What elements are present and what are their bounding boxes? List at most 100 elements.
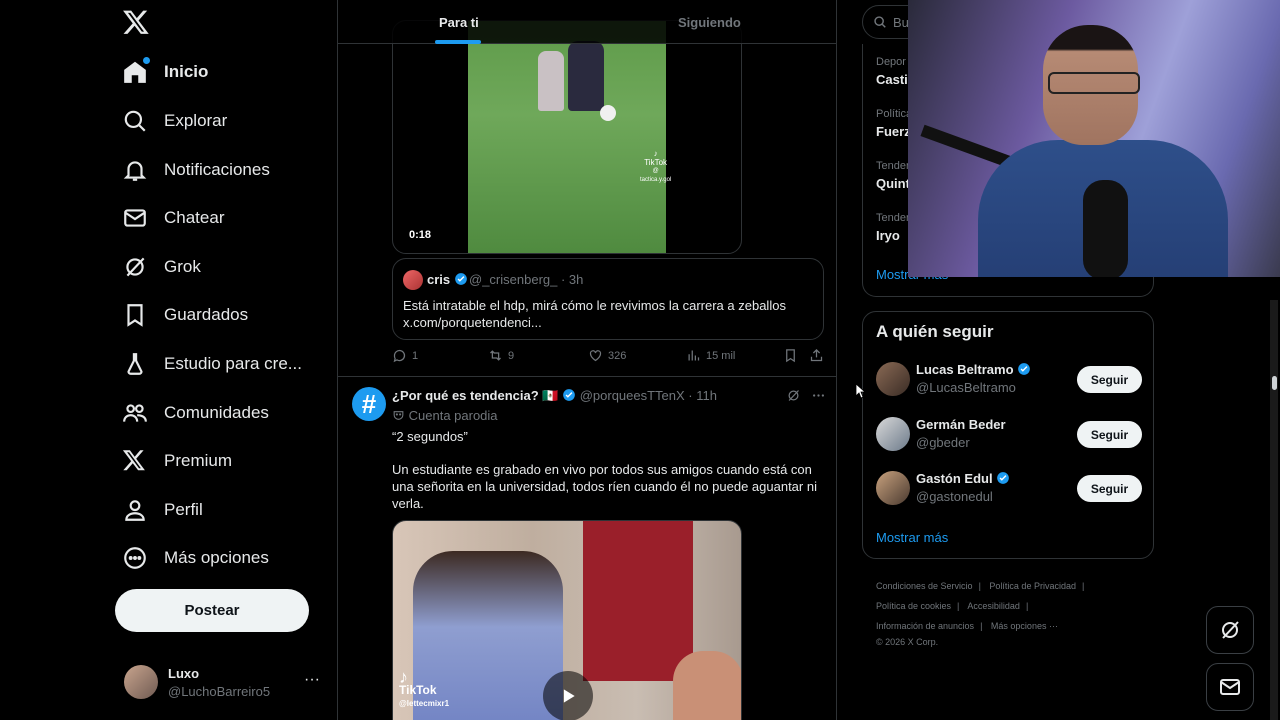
nav-item-explorar[interactable]: Explorar [122,101,227,141]
more-icon[interactable]: ··· [304,671,320,689]
trend-category: Depor [876,56,906,68]
tweet-author-handle[interactable]: @porqueesTTenX · 11h [580,388,717,403]
views-button[interactable]: 15 mil [686,348,735,363]
nav-item-estudio[interactable]: Estudio para cre... [122,344,302,384]
nav-label: Más opciones [164,548,269,567]
timeline-tabs: Para ti Siguiendo [338,0,836,44]
account-name: Luxo [168,666,200,681]
video-content [583,521,693,681]
quote-author-label: cris [427,272,451,287]
active-tab-indicator [435,40,481,44]
footer-link[interactable]: Política de cookies [876,601,951,611]
follow-button[interactable]: Seguir [1077,366,1142,393]
home-icon [122,57,150,85]
tweet-author-name[interactable]: ¿Por qué es tendencia? 🇲🇽 [392,388,558,403]
follow-suggestion[interactable]: Gastón Edul @gastonedul Seguir [876,469,1142,509]
trend-category: Política [876,108,913,120]
notification-dot [143,57,150,64]
tweet-text: “2 segundos” Un estudiante es grabado en… [392,428,822,528]
suggestion-name: Lucas Beltramo [916,362,1031,377]
trend-item[interactable]: Tender Quint [876,160,910,191]
quoted-tweet[interactable]: cris @_crisenberg_ · 3h Está intratable … [392,258,824,340]
mail-icon [122,205,148,231]
webcam-person [1048,72,1140,94]
footer-link[interactable]: Condiciones de Servicio [876,581,973,591]
play-button[interactable] [543,671,593,720]
suggestion-handle: @gastonedul [916,489,993,504]
nav-item-mas-opciones[interactable]: Más opciones [122,538,269,578]
video-content [568,41,604,111]
nav-label: Perfil [164,500,203,519]
nav-item-chatear[interactable]: Chatear [122,198,224,238]
more-icon[interactable] [811,388,826,403]
grok-icon[interactable] [786,388,801,403]
avatar [876,471,910,505]
footer-link[interactable]: Información de anuncios [876,621,974,631]
trend-item[interactable]: Depor Casti [876,56,908,87]
reply-count: 1 [412,349,419,362]
footer-more-link[interactable]: Más opciones ··· [991,621,1058,631]
follow-suggestion[interactable]: Germán Beder @gbeder Seguir [876,415,1142,455]
page-scrollbar[interactable] [1270,300,1278,720]
trend-item[interactable]: Tender Iryo [876,212,910,243]
quote-author-handle: @_crisenberg_ · 3h [469,272,584,287]
trend-title: Fuerz [876,124,911,139]
search-icon [874,16,886,28]
follow-button[interactable]: Seguir [1077,421,1142,448]
bookmark-icon [122,302,148,328]
like-button[interactable]: 326 [588,348,626,363]
trend-category: Tender [876,212,910,224]
tab-siguiendo[interactable]: Siguiendo [678,0,741,44]
footer-link[interactable]: Política de Privacidad [989,581,1076,591]
suggestion-handle: @LucasBeltramo [916,380,1016,395]
follow-suggestion[interactable]: Lucas Beltramo @LucasBeltramo Seguir [876,360,1142,400]
tweet-text-line: Un estudiante es grabado en vivo por tod… [392,462,817,511]
footer-link[interactable]: Accesibilidad [967,601,1020,611]
who-show-more-link[interactable]: Mostrar más [876,530,948,545]
follow-button[interactable]: Seguir [1077,475,1142,502]
scrollbar-thumb[interactable] [1272,376,1277,390]
video-player[interactable]: ♪ TikTok @ tactica.y.gol 0:18 [392,20,742,254]
bookmark-button[interactable] [783,348,803,363]
retweet-count: 9 [508,349,515,362]
tab-para-ti[interactable]: Para ti [439,0,479,44]
nav-item-comunidades[interactable]: Comunidades [122,393,269,433]
views-count: 15 mil [706,349,736,362]
quote-text: Está intratable el hdp, mirá cómo le rev… [403,298,786,330]
suggestion-name-label: Lucas Beltramo [916,362,1014,377]
parody-label: Cuenta parodia [392,408,498,423]
nav-item-perfil[interactable]: Perfil [122,490,203,530]
nav-item-premium[interactable]: Premium [122,441,232,481]
share-button[interactable] [809,348,829,363]
share-icon [810,348,823,362]
nav-item-guardados[interactable]: Guardados [122,295,248,335]
grok-floating-button[interactable] [1206,606,1254,654]
x-icon [122,448,148,474]
heart-icon [589,350,602,362]
suggestion-name: Gastón Edul [916,471,1010,486]
nav-item-grok[interactable]: Grok [122,247,201,287]
grok-icon [1222,621,1239,639]
x-logo-icon[interactable] [122,8,152,38]
account-switcher[interactable]: Luxo @LuchoBarreiro5 ··· [124,663,324,703]
retweet-icon [490,350,501,361]
microphone [1083,180,1128,277]
avatar [403,270,423,290]
trend-item[interactable]: Política Fuerz [876,108,912,139]
trend-title: Casti [876,72,908,87]
copyright: © 2026 X Corp. [876,637,939,647]
nav-label: Grok [164,257,201,276]
retweet-button[interactable]: 9 [488,348,514,363]
video-player[interactable]: ♪ TikTok @lettecmixr1 [392,520,742,720]
reply-button[interactable]: 1 [392,348,418,363]
like-count: 326 [608,349,627,362]
tiktok-watermark: ♪ TikTok @lettecmixr1 [399,668,449,710]
post-button[interactable]: Postear [115,589,309,632]
search-icon [122,108,148,134]
messages-floating-button[interactable] [1206,663,1254,711]
verified-badge-icon [562,388,576,402]
nav-label: Premium [164,451,233,470]
hashtag-avatar[interactable]: # [352,387,386,421]
nav-item-inicio[interactable]: Inicio [122,52,208,92]
nav-item-notificaciones[interactable]: Notificaciones [122,150,270,190]
